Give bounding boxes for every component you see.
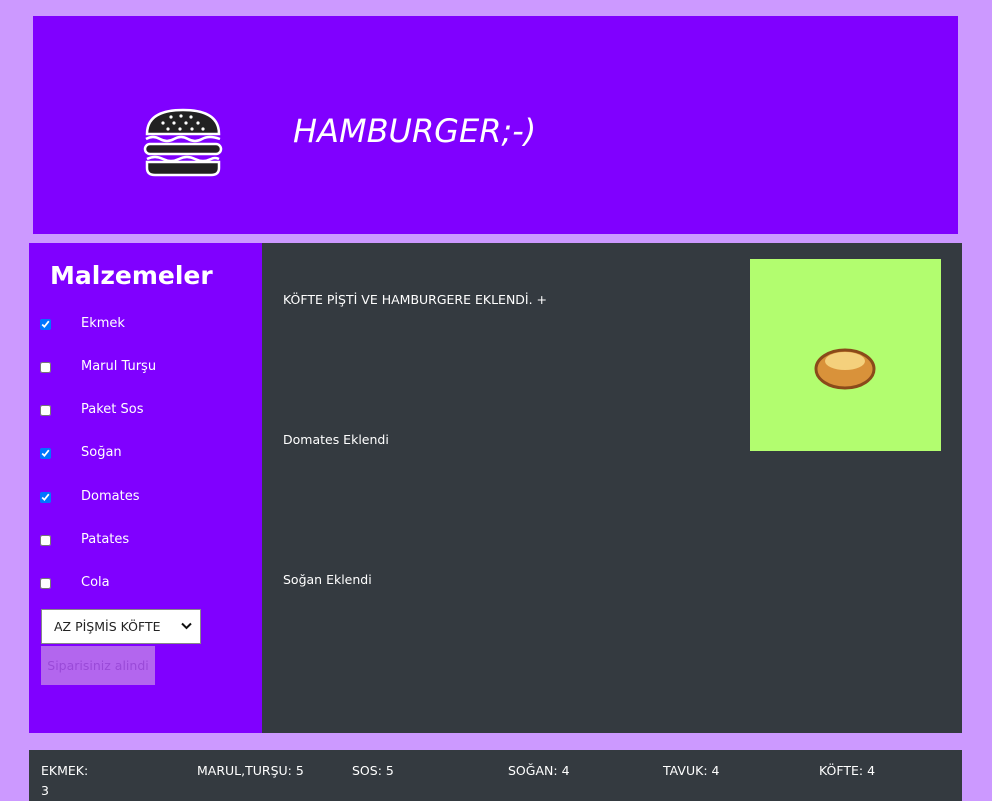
ingredient-label: Patates [81, 532, 130, 547]
ingredient-marul-tursu-checkbox[interactable] [40, 361, 51, 373]
ingredient-label: Marul Turşu [81, 359, 157, 374]
stock-label: KÖFTE: [819, 763, 864, 778]
hamburger-icon [143, 108, 223, 177]
ingredient-paket-sos[interactable]: Paket Sos [40, 399, 144, 421]
stock-value: 4 [711, 763, 720, 778]
log-message: KÖFTE PİŞTİ VE HAMBURGERE EKLENDİ. + [283, 292, 548, 307]
ingredient-ekmek-checkbox[interactable] [40, 318, 51, 330]
order-log: KÖFTE PİŞTİ VE HAMBURGERE EKLENDİ. + Dom… [262, 243, 962, 733]
bun-icon [814, 348, 876, 390]
stock-sogan: SOĞAN: 4 [508, 761, 628, 781]
ingredient-paket-sos-checkbox[interactable] [40, 404, 51, 416]
stock-label: EKMEK: [41, 763, 89, 778]
sidebar-heading: Malzemeler [50, 261, 213, 290]
ingredient-cola-checkbox[interactable] [40, 577, 51, 589]
ingredient-marul-tursu[interactable]: Marul Turşu [40, 356, 156, 378]
main-panel: Malzemeler Ekmek Marul Turşu Paket Sos S… [29, 243, 962, 733]
ingredient-label: Paket Sos [81, 402, 144, 417]
ingredient-cola[interactable]: Cola [40, 572, 110, 594]
log-message: Domates Eklendi [283, 432, 389, 447]
stock-label: SOĞAN: [508, 763, 558, 778]
ingredient-label: Cola [81, 575, 110, 590]
stock-ekmek: EKMEK: 3 [41, 761, 161, 801]
log-message: Soğan Eklendi [283, 572, 372, 587]
stock-tavuk: TAVUK: 4 [663, 761, 783, 781]
page-title: HAMBURGER;-) [293, 112, 537, 150]
stock-value: 5 [385, 763, 394, 778]
stock-value: 5 [295, 763, 304, 778]
ingredients-sidebar: Malzemeler Ekmek Marul Turşu Paket Sos S… [29, 243, 262, 733]
stock-bar: EKMEK: 3 MARUL,TURŞU: 5 SOS: 5 SOĞAN: 4 … [29, 750, 962, 801]
ingredient-domates-checkbox[interactable] [40, 491, 51, 503]
ingredient-patates-checkbox[interactable] [40, 534, 51, 546]
header: HAMBURGER;-) [33, 16, 958, 234]
ingredient-domates[interactable]: Domates [40, 486, 139, 508]
order-button[interactable]: Siparisiniz alindi [41, 646, 155, 685]
stock-value: 3 [41, 783, 49, 798]
stock-label: SOS: [352, 763, 382, 778]
stock-sos: SOS: 5 [352, 761, 472, 781]
stock-marul-tursu: MARUL,TURŞU: 5 [197, 761, 317, 781]
ingredient-sogan[interactable]: Soğan [40, 442, 122, 464]
stock-label: MARUL,TURŞU: [197, 763, 292, 778]
ingredient-ekmek[interactable]: Ekmek [40, 313, 125, 335]
burger-preview [750, 259, 941, 451]
ingredient-label: Soğan [81, 445, 122, 460]
stock-kofte: KÖFTE: 4 [819, 761, 939, 781]
doneness-select[interactable]: AZ PİŞMİS KÖFTE [41, 609, 201, 644]
stock-value: 4 [561, 763, 570, 778]
ingredient-patates[interactable]: Patates [40, 529, 129, 551]
stock-value: 4 [867, 763, 876, 778]
ingredient-label: Domates [81, 489, 140, 504]
chevron-down-icon [181, 622, 192, 630]
ingredient-label: Ekmek [81, 316, 125, 331]
doneness-select-value: AZ PİŞMİS KÖFTE [54, 619, 161, 634]
stock-label: TAVUK: [663, 763, 708, 778]
ingredient-sogan-checkbox[interactable] [40, 447, 51, 459]
